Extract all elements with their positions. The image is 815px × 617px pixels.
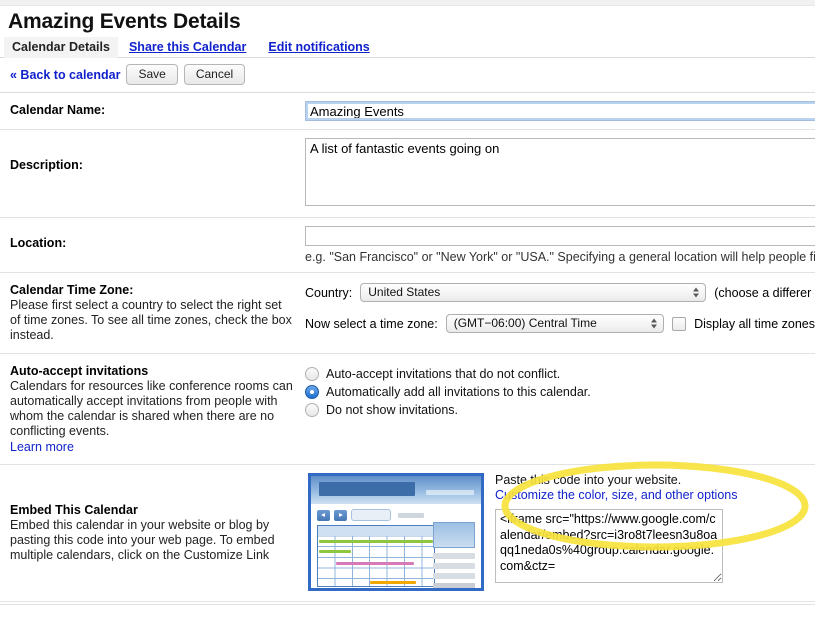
radio-icon[interactable]: [305, 403, 319, 417]
embed-code-col: Paste this code into your website. Custo…: [495, 465, 815, 601]
autoaccept-label-col: Auto-accept invitations Calendars for re…: [0, 354, 305, 464]
timezone-description: Please first select a country to select …: [10, 298, 292, 342]
back-to-calendar-link[interactable]: « Back to calendar: [10, 68, 120, 82]
location-field-col: e.g. "San Francisco" or "New York" or "U…: [305, 218, 815, 272]
radio-option-no-conflict-label: Auto-accept invitations that do not conf…: [326, 367, 561, 381]
embed-description: Embed this calendar in your website or b…: [10, 518, 275, 562]
timezone-select-value: (GMT−06:00) Central Time: [453, 316, 597, 330]
timezone-label: Calendar Time Zone:: [10, 283, 134, 297]
country-select-row: Country: United States (choose a differe…: [305, 283, 815, 302]
row-description: Description:: [0, 130, 815, 218]
row-embed-this-calendar: Embed This Calendar Embed this calendar …: [0, 465, 815, 602]
country-select-value: United States: [368, 285, 441, 299]
radio-icon-selected[interactable]: [305, 385, 319, 399]
row-location: Location: e.g. "San Francisco" or "New Y…: [0, 218, 815, 273]
autoaccept-field-col: Auto-accept invitations that do not conf…: [305, 354, 815, 464]
timezone-select[interactable]: (GMT−06:00) Central Time: [445, 314, 665, 333]
cancel-button[interactable]: Cancel: [183, 64, 246, 85]
tab-edit-notifications-label[interactable]: Edit notifications: [268, 40, 369, 54]
row-auto-accept-invitations: Auto-accept invitations Calendars for re…: [0, 354, 815, 465]
location-label-col: Location:: [0, 218, 305, 272]
autoaccept-radio-group: Auto-accept invitations that do not conf…: [305, 365, 815, 417]
calendar-name-label-col: Calendar Name:: [0, 93, 305, 129]
embed-paste-note: Paste this code into your website.: [495, 473, 682, 487]
preview-grid: [317, 525, 435, 587]
save-button[interactable]: Save: [126, 64, 178, 85]
row-calendar-time-zone: Calendar Time Zone: Please first select …: [0, 273, 815, 354]
embed-preview-col: [305, 465, 495, 601]
description-label-col: Description:: [0, 130, 305, 217]
calendar-name-field-col: [305, 93, 815, 129]
row-calendar-name: Calendar Name:: [0, 93, 815, 130]
tab-calendar-details-label: Calendar Details: [12, 40, 110, 54]
embed-label: Embed This Calendar: [10, 503, 138, 517]
country-note: (choose a differer: [714, 285, 812, 300]
radio-option-add-all[interactable]: Automatically add all invitations to thi…: [305, 385, 815, 399]
radio-option-no-conflict[interactable]: Auto-accept invitations that do not conf…: [305, 367, 815, 381]
learn-more-link[interactable]: Learn more: [10, 440, 74, 454]
customize-options-link[interactable]: Customize the color, size, and other opt…: [495, 488, 815, 502]
timezone-select-label: Now select a time zone:: [305, 316, 438, 331]
calendar-settings-page: Amazing Events Details Calendar Details …: [0, 0, 815, 617]
autoaccept-label: Auto-accept invitations: [10, 364, 149, 378]
location-hint: e.g. "San Francisco" or "New York" or "U…: [305, 250, 815, 264]
page-title: Amazing Events Details: [8, 10, 241, 33]
bottom-divider: [0, 604, 815, 605]
display-all-time-zones-label: Display all time zones: [694, 316, 815, 331]
tab-edit-notifications[interactable]: Edit notifications: [257, 37, 380, 58]
embed-label-col: Embed This Calendar Embed this calendar …: [0, 465, 305, 601]
radio-option-do-not-show[interactable]: Do not show invitations.: [305, 403, 815, 417]
country-label: Country:: [305, 285, 353, 300]
embed-code-textarea[interactable]: [495, 509, 723, 583]
tab-share-this-calendar-label[interactable]: Share this Calendar: [129, 40, 246, 54]
timezone-label-col: Calendar Time Zone: Please first select …: [0, 273, 305, 353]
timezone-field-col: Country: United States (choose a differe…: [305, 273, 815, 353]
autoaccept-description: Calendars for resources like conference …: [10, 379, 293, 438]
calendar-name-label: Calendar Name:: [10, 103, 106, 117]
country-select[interactable]: United States: [360, 283, 707, 302]
chevron-updown-icon: [649, 317, 658, 330]
preview-next-icon: [334, 509, 347, 521]
action-bar: « Back to calendar Save Cancel: [0, 58, 815, 93]
description-textarea[interactable]: [305, 138, 815, 206]
tab-calendar-details[interactable]: Calendar Details: [4, 37, 118, 58]
tab-bar: Calendar Details Share this Calendar Edi…: [0, 36, 815, 58]
tab-share-this-calendar[interactable]: Share this Calendar: [118, 37, 257, 58]
radio-icon[interactable]: [305, 367, 319, 381]
location-input[interactable]: [305, 226, 815, 246]
calendar-name-input[interactable]: [305, 101, 815, 121]
display-all-time-zones-checkbox[interactable]: [672, 316, 687, 331]
location-label: Location:: [10, 236, 67, 250]
calendar-preview-thumbnail-icon: [308, 473, 484, 591]
preview-prev-icon: [317, 509, 330, 521]
description-field-col: [305, 130, 815, 217]
chevron-updown-icon: [691, 286, 700, 299]
description-label: Description:: [10, 158, 83, 172]
timezone-select-row: Now select a time zone: (GMT−06:00) Cent…: [305, 314, 815, 333]
radio-option-add-all-label: Automatically add all invitations to thi…: [326, 385, 591, 399]
radio-option-do-not-show-label: Do not show invitations.: [326, 403, 459, 417]
